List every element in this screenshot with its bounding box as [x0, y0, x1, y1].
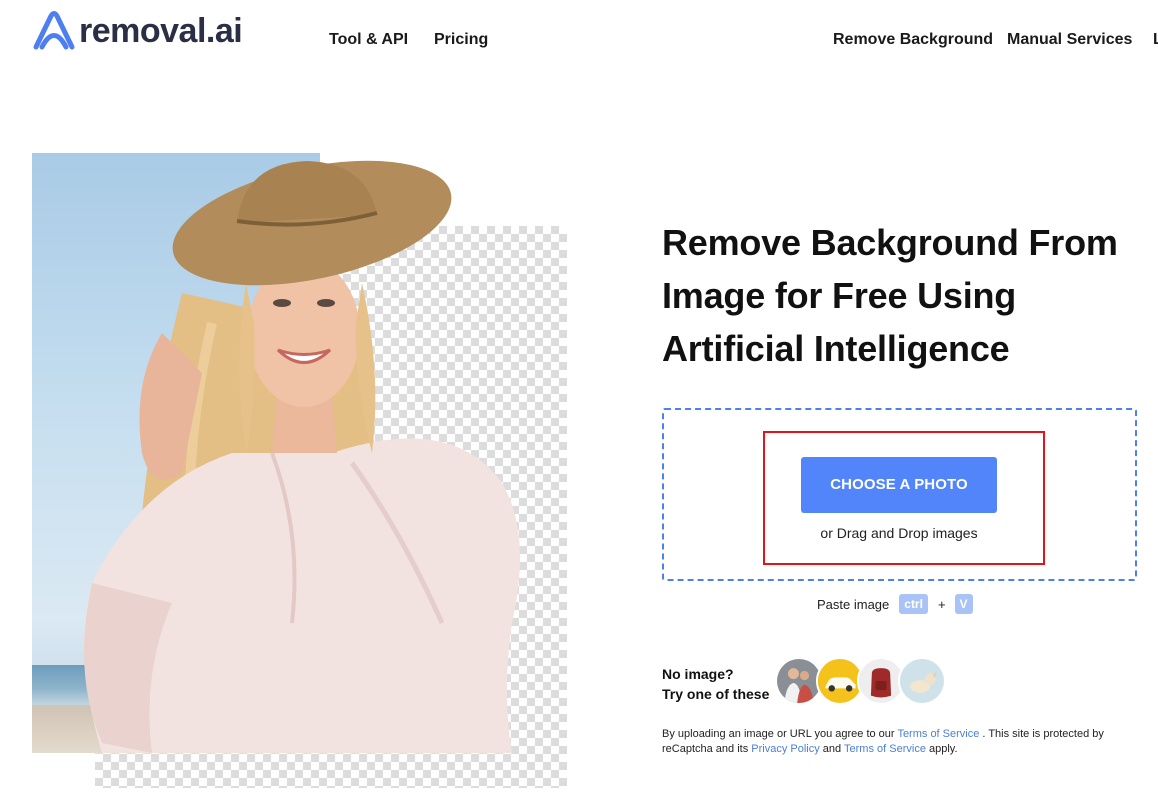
choose-photo-button[interactable]: CHOOSE A PHOTO: [801, 457, 997, 513]
plus-sign: +: [937, 596, 946, 612]
nav-remove-background[interactable]: Remove Background: [833, 31, 993, 49]
dog-sample-icon: [900, 659, 944, 703]
ctrl-key-badge: ctrl: [899, 594, 928, 614]
legal-text-3: and: [819, 743, 845, 755]
sample-prompt-line2: Try one of these: [662, 686, 770, 702]
sample-prompt: No image? Try one of these: [662, 664, 769, 704]
removal-logo-icon: [33, 11, 75, 50]
backpack-sample-icon: [859, 659, 903, 703]
legal-notice: By uploading an image or URL you agree t…: [662, 727, 1132, 757]
nav-item-truncated[interactable]: L: [1153, 31, 1158, 49]
nav-tool-api[interactable]: Tool & API: [329, 31, 408, 49]
sample-prompt-line1: No image?: [662, 666, 734, 682]
paste-hint: Paste image ctrl + V: [817, 594, 973, 614]
page-title: Remove Background From Image for Free Us…: [662, 222, 1118, 369]
legal-text-1: By uploading an image or URL you agree t…: [662, 728, 898, 740]
sample-images: [775, 657, 946, 705]
paste-label: Paste image: [817, 596, 890, 612]
v-key-badge: V: [954, 594, 973, 614]
hero-woman-image: [84, 160, 520, 753]
dog-sample[interactable]: [898, 657, 946, 705]
car-sample-icon: [818, 659, 862, 703]
privacy-policy-link[interactable]: Privacy Policy: [751, 743, 819, 755]
nav-manual-services[interactable]: Manual Services: [1007, 31, 1132, 49]
terms-of-service-link[interactable]: Terms of Service: [897, 728, 979, 740]
nav-pricing[interactable]: Pricing: [434, 31, 488, 49]
family-sample-icon: [777, 659, 821, 703]
recaptcha-terms-link[interactable]: Terms of Service: [844, 743, 926, 755]
legal-text-4: apply.: [925, 743, 958, 755]
logo-text: removal.ai: [79, 12, 243, 50]
drag-drop-hint: or Drag and Drop images: [820, 525, 978, 541]
logo[interactable]: removal.ai: [32, 10, 243, 52]
